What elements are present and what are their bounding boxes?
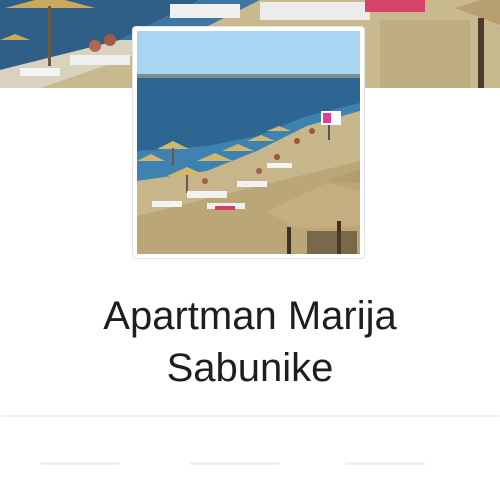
profile-picture-frame[interactable] bbox=[133, 27, 364, 258]
divider bbox=[190, 462, 280, 465]
page-title-line2: Sabunike bbox=[166, 346, 334, 390]
divider bbox=[0, 415, 500, 417]
divider bbox=[345, 462, 425, 465]
faded-action-bar bbox=[0, 410, 500, 470]
profile-picture[interactable] bbox=[137, 31, 360, 254]
page-title-line1: Apartman Marija bbox=[103, 294, 397, 338]
page-title: Apartman Marija Sabunike bbox=[20, 290, 480, 394]
divider bbox=[40, 462, 120, 465]
